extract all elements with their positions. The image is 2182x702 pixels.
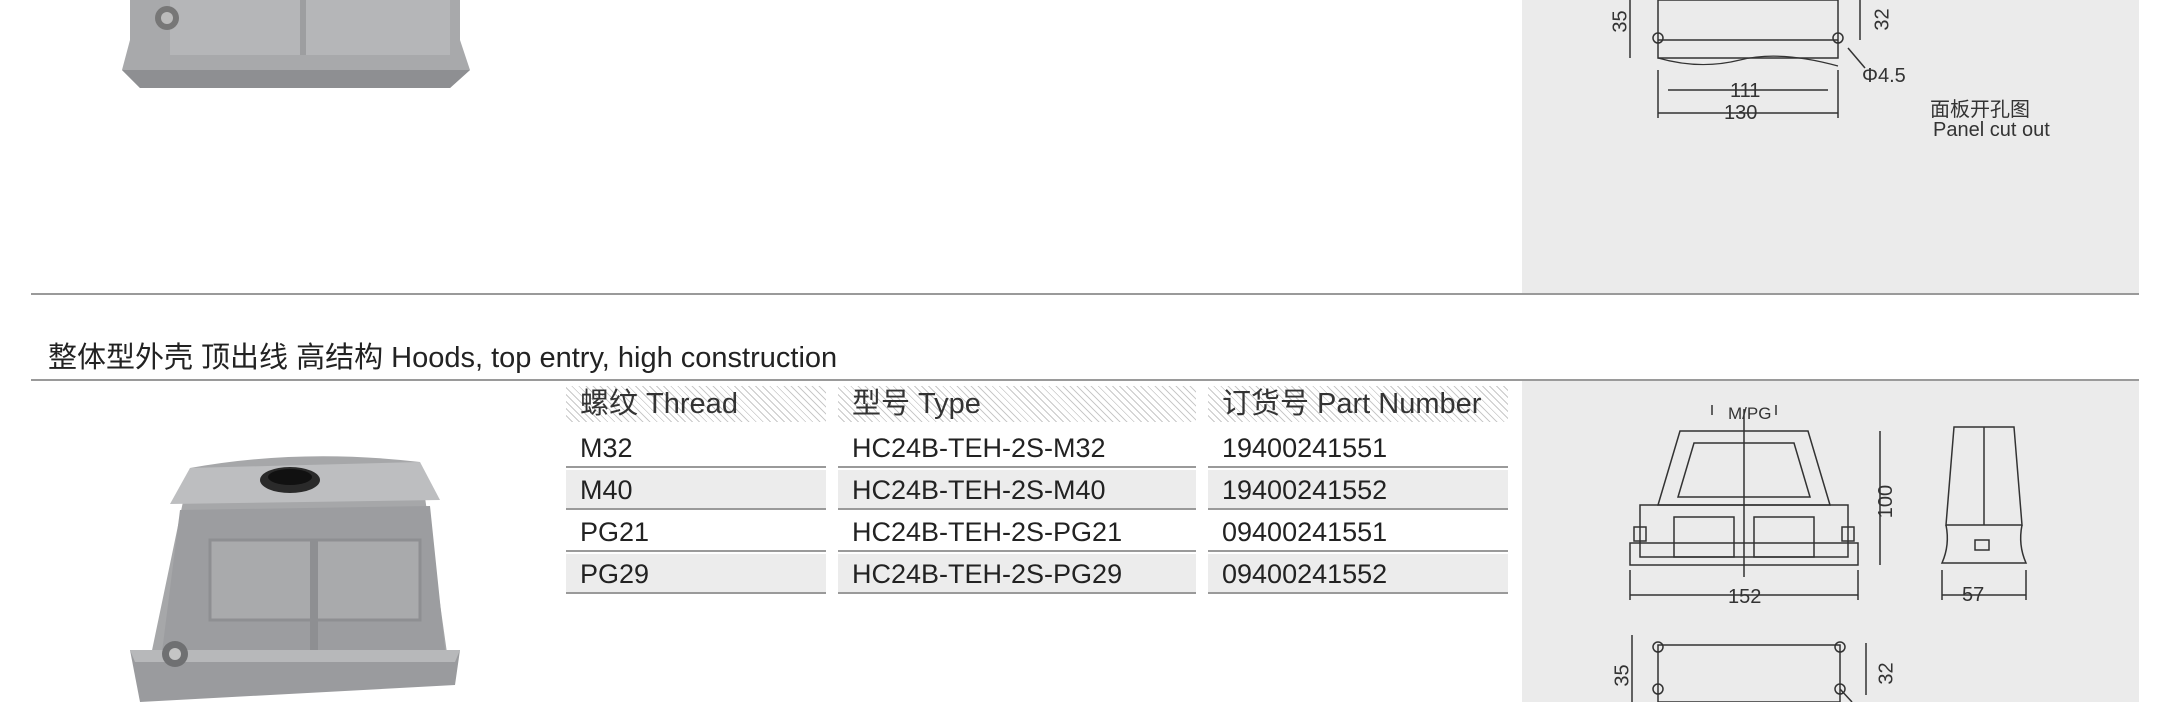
hole-diameter-label: Φ4.5 <box>1862 65 1906 87</box>
cell-thread: M40 <box>566 470 826 510</box>
cell-type: HC24B-TEH-2S-M32 <box>838 428 1196 468</box>
section-title: 整体型外壳 顶出线 高结构 Hoods, top entry, high con… <box>48 342 838 374</box>
dim-35-label: 35 <box>1611 664 1634 687</box>
dim-35-label: 35 <box>1609 10 1632 33</box>
dim-32-label: 32 <box>1875 662 1898 685</box>
cell-type: HC24B-TEH-2S-PG21 <box>838 512 1196 552</box>
dim-57-label: 57 <box>1962 584 1985 606</box>
cell-part-number: 19400241552 <box>1208 470 1508 510</box>
mpg-label: M/PG <box>1728 404 1772 423</box>
dim-111-label: 111 <box>1730 80 1761 102</box>
hood-dimension-drawing <box>1629 405 2028 702</box>
panel-cutout-caption-en: Panel cut out <box>1933 119 2050 141</box>
dim-32-label: 32 <box>1871 8 1894 31</box>
dim-152-label: 152 <box>1728 586 1762 608</box>
column-header-type: 型号 Type <box>838 386 1196 422</box>
cell-type: HC24B-TEH-2S-M40 <box>838 470 1196 510</box>
cell-part-number: 09400241552 <box>1208 554 1508 594</box>
dim-100-label: 100 <box>1875 484 1898 519</box>
column-header-part-number: 订货号 Part Number <box>1208 386 1508 422</box>
cell-thread: M32 <box>566 428 826 468</box>
cell-part-number: 19400241551 <box>1208 428 1508 468</box>
cell-thread: PG21 <box>566 512 826 552</box>
cell-part-number: 09400241551 <box>1208 512 1508 552</box>
product-photo-top <box>122 0 470 88</box>
cell-thread: PG29 <box>566 554 826 594</box>
section-divider <box>31 293 2139 295</box>
cell-type: HC24B-TEH-2S-PG29 <box>838 554 1196 594</box>
panel-cutout-caption-cn: 面板开孔图 <box>1930 99 2030 121</box>
section-divider <box>31 379 2139 381</box>
dim-130-label: 130 <box>1724 102 1758 124</box>
column-header-thread: 螺纹 Thread <box>566 386 826 422</box>
product-photo-hood <box>130 456 460 702</box>
